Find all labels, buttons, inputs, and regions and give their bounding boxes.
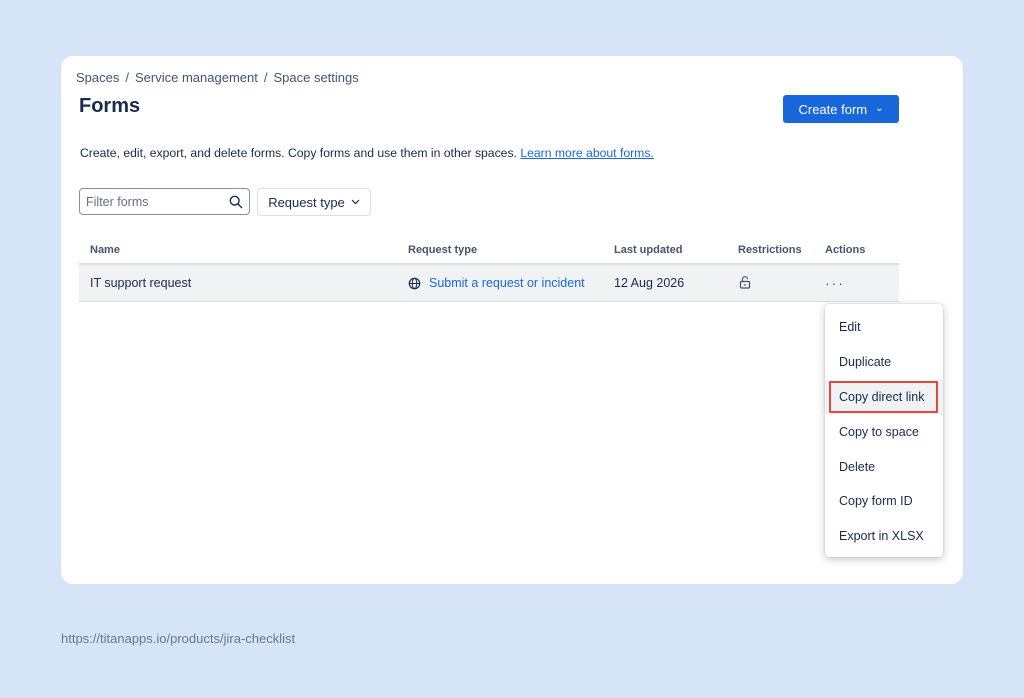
- breadcrumb-service-management[interactable]: Service management: [135, 70, 258, 85]
- menu-item-edit[interactable]: Edit: [825, 310, 943, 345]
- column-header-name[interactable]: Name: [90, 244, 120, 256]
- request-type-filter[interactable]: Request type: [257, 188, 371, 216]
- table-row[interactable]: IT support request Submit a request or i…: [79, 265, 899, 302]
- forms-card: Spaces / Service management / Space sett…: [61, 56, 963, 584]
- forms-table: Name Request type Last updated Restricti…: [79, 237, 899, 302]
- request-type-link[interactable]: Submit a request or incident: [408, 276, 585, 290]
- breadcrumb-separator: /: [263, 70, 268, 85]
- breadcrumb: Spaces / Service management / Space sett…: [76, 70, 359, 85]
- form-name[interactable]: IT support request: [90, 276, 191, 290]
- menu-item-copy-to-space[interactable]: Copy to space: [825, 414, 943, 449]
- filter-forms-input[interactable]: [86, 194, 229, 209]
- description-text: Create, edit, export, and delete forms. …: [80, 146, 517, 160]
- column-header-last-updated[interactable]: Last updated: [614, 244, 682, 256]
- create-form-label: Create form: [798, 101, 868, 117]
- actions-menu: Edit Duplicate Copy direct link Copy to …: [825, 304, 943, 557]
- request-type-filter-label: Request type: [268, 194, 345, 210]
- restrictions-cell: [738, 275, 752, 292]
- request-type-label[interactable]: Submit a request or incident: [429, 276, 585, 290]
- search-icon[interactable]: [229, 195, 243, 209]
- globe-icon: [408, 277, 421, 289]
- column-header-restrictions: Restrictions: [738, 244, 802, 256]
- breadcrumb-separator: /: [125, 70, 129, 85]
- unlock-icon[interactable]: [738, 275, 752, 289]
- filter-forms-field[interactable]: [79, 188, 250, 215]
- page-title: Forms: [79, 95, 141, 117]
- menu-item-delete[interactable]: Delete: [825, 449, 943, 484]
- breadcrumb-spaces[interactable]: Spaces: [76, 70, 119, 85]
- breadcrumb-space-settings[interactable]: Space settings: [273, 70, 358, 85]
- menu-item-export-xlsx[interactable]: Export in XLSX: [825, 519, 943, 554]
- more-icon[interactable]: ···: [825, 275, 845, 291]
- menu-item-duplicate[interactable]: Duplicate: [825, 345, 943, 380]
- last-updated: 12 Aug 2026: [614, 276, 685, 290]
- menu-item-copy-form-id[interactable]: Copy form ID: [825, 484, 943, 519]
- column-header-actions: Actions: [825, 244, 866, 256]
- column-header-request-type[interactable]: Request type: [408, 244, 477, 256]
- chevron-down-icon: [351, 199, 360, 205]
- page-description: Create, edit, export, and delete forms. …: [80, 146, 654, 160]
- chevron-down-icon: ⌄: [875, 102, 884, 114]
- footer-url: https://titanapps.io/products/jira-check…: [61, 631, 296, 646]
- table-header: Name Request type Last updated Restricti…: [79, 237, 899, 265]
- create-form-button[interactable]: Create form ⌄: [783, 95, 899, 123]
- learn-more-link[interactable]: Learn more about forms.: [520, 146, 653, 160]
- menu-item-copy-direct-link[interactable]: Copy direct link: [825, 379, 943, 415]
